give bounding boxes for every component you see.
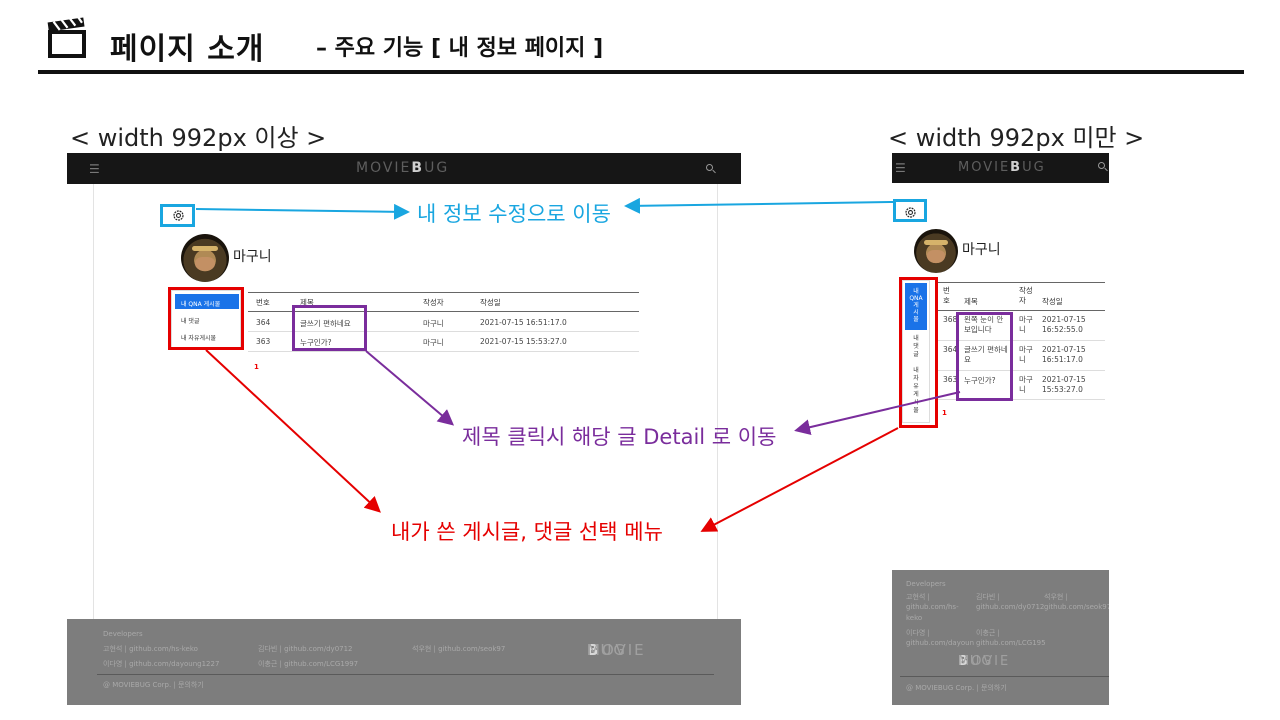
search-icon[interactable] — [1098, 162, 1105, 169]
footer-developer[interactable]: github.com/dy0712 — [976, 603, 1044, 611]
page-title: 페이지 소개 — [110, 32, 265, 67]
navbar: ☰ MOVIEBUG — [892, 153, 1109, 183]
column-header-date: 작성일 — [480, 298, 501, 307]
footer: Developers 고현석 | github.com/hs-keko 김다빈 … — [67, 619, 741, 705]
row-author: 마구 니 — [1019, 315, 1033, 334]
pagination-link[interactable]: 1 — [254, 363, 259, 371]
page-subtitle: – 주요 기능 [ 내 정보 페이지 ] — [316, 36, 604, 61]
footer-copyright[interactable]: @ MOVIEBUG Corp. | 문의하기 — [103, 680, 204, 690]
footer-developer[interactable]: github.com/dayoun — [906, 639, 974, 647]
column-header-author: 작성 자 — [1019, 286, 1033, 305]
footer-divider — [97, 674, 714, 675]
title-divider — [38, 70, 1244, 74]
footer-brand-logo: MOVIE B UG — [958, 654, 1011, 669]
footer-copyright[interactable]: @ MOVIEBUG Corp. | 문의하기 — [906, 683, 1007, 693]
footer-developer[interactable]: github.com/LCG195 — [976, 639, 1046, 647]
wide-layout-label: < width 992px 이상 > — [70, 124, 327, 152]
column-header-title: 제목 — [964, 297, 978, 306]
brand-logo[interactable]: MOVIEBUG — [958, 160, 1046, 175]
footer-developers-label: Developers — [906, 580, 946, 588]
row-author: 마구 니 — [1019, 345, 1033, 364]
row-no: 363 — [256, 337, 271, 346]
username: 마구니 — [962, 242, 1001, 258]
footer: Developers 고현석 | github.com/hs- keko 김다빈… — [892, 570, 1109, 705]
row-date: 2021-07-15 16:51:17.0 — [1042, 345, 1086, 364]
row-date: 2021-07-15 16:52:55.0 — [1042, 315, 1086, 334]
note-title-detail: 제목 클릭시 해당 글 Detail 로 이동 — [462, 425, 777, 449]
pagination-link[interactable]: 1 — [942, 409, 947, 417]
navbar: ☰ MOVIEBUG — [67, 153, 741, 184]
hamburger-icon[interactable]: ☰ — [89, 162, 100, 176]
column-header-no: 번 호 — [943, 286, 950, 305]
row-author: 마구니 — [423, 319, 444, 328]
hamburger-icon[interactable]: ☰ — [895, 161, 906, 175]
callout-box-title-narrow — [956, 312, 1013, 401]
footer-developer[interactable]: 고현석 | github.com/hs-keko — [103, 644, 198, 654]
footer-developer[interactable]: 석우현 | — [1044, 592, 1068, 602]
callout-box-settings-narrow — [893, 199, 927, 222]
footer-developer[interactable]: github.com/hs- — [906, 603, 959, 611]
callout-box-menu-narrow — [899, 277, 938, 428]
narrow-layout-mockup: ☰ MOVIEBUG 마구니 내 QNA 게 시 물 내 댓 글 내 자 유 게… — [892, 153, 1109, 705]
footer-brand-logo: MOVIE B UG — [587, 641, 646, 659]
footer-developer[interactable]: 이충근 | — [976, 628, 1000, 638]
footer-developer[interactable]: 석우현 | github.com/seok97 — [412, 644, 505, 654]
footer-developer[interactable]: 김다빈 | — [976, 592, 1000, 602]
search-icon[interactable] — [706, 164, 713, 171]
row-no: 364 — [256, 318, 271, 327]
callout-box-settings-wide — [160, 204, 195, 227]
footer-developer[interactable]: github.com/seok97 — [1044, 603, 1109, 611]
avatar — [914, 229, 958, 273]
avatar — [181, 234, 229, 282]
footer-developer[interactable]: 이충근 | github.com/LCG1997 — [258, 659, 358, 669]
narrow-layout-label: < width 992px 미만 > — [888, 124, 1145, 152]
callout-box-title-wide — [292, 305, 367, 351]
note-edit-profile: 내 정보 수정으로 이동 — [417, 202, 611, 226]
row-author: 마구니 — [423, 338, 444, 347]
table-header-border — [936, 310, 1105, 311]
footer-divider — [900, 676, 1109, 677]
callout-box-menu-wide — [168, 287, 244, 350]
table-header-border — [936, 282, 1105, 283]
column-header-no: 번호 — [256, 298, 270, 307]
column-header-author: 작성자 — [423, 298, 444, 307]
footer-developer[interactable]: 이다영 | — [906, 628, 930, 638]
row-author: 마구 니 — [1019, 375, 1033, 394]
row-date: 2021-07-15 16:51:17.0 — [480, 318, 567, 327]
table-header-border — [248, 292, 639, 293]
row-divider — [248, 351, 639, 352]
clapperboard-icon — [47, 14, 86, 58]
username: 마구니 — [233, 249, 272, 265]
footer-developer[interactable]: 고현석 | — [906, 592, 930, 602]
footer-developer[interactable]: 김다빈 | github.com/dy0712 — [258, 644, 353, 654]
note-menu: 내가 쓴 게시글, 댓글 선택 메뉴 — [391, 520, 663, 544]
footer-developers-label: Developers — [103, 630, 143, 638]
column-header-date: 작성일 — [1042, 297, 1063, 306]
brand-logo[interactable]: MOVIEBUG — [356, 160, 449, 176]
footer-developer[interactable]: 이다영 | github.com/dayoung1227 — [103, 659, 219, 669]
footer-developer[interactable]: keko — [906, 614, 922, 622]
row-date: 2021-07-15 15:53:27.0 — [480, 337, 567, 346]
row-date: 2021-07-15 15:53:27.0 — [1042, 375, 1086, 394]
